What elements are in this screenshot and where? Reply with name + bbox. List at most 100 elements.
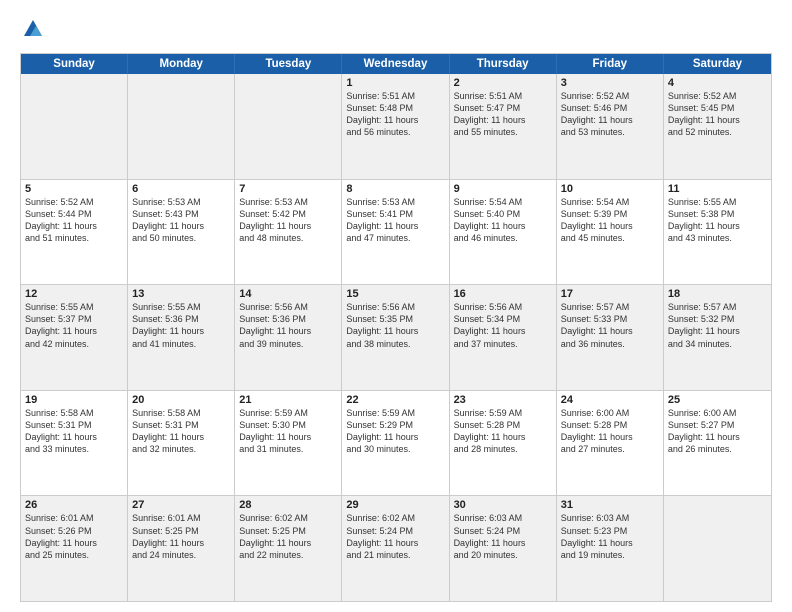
weekday-header-thursday: Thursday	[450, 54, 557, 74]
weekday-header-tuesday: Tuesday	[235, 54, 342, 74]
day-cell-8: 8Sunrise: 5:53 AM Sunset: 5:41 PM Daylig…	[342, 180, 449, 285]
day-number: 4	[668, 77, 767, 89]
weekday-header-sunday: Sunday	[21, 54, 128, 74]
header	[20, 18, 772, 45]
empty-cell	[664, 496, 771, 601]
weekday-header-saturday: Saturday	[664, 54, 771, 74]
day-number: 28	[239, 499, 337, 511]
cell-text: Sunrise: 5:54 AM Sunset: 5:40 PM Dayligh…	[454, 196, 552, 245]
cell-text: Sunrise: 5:52 AM Sunset: 5:44 PM Dayligh…	[25, 196, 123, 245]
cell-text: Sunrise: 5:55 AM Sunset: 5:38 PM Dayligh…	[668, 196, 767, 245]
day-cell-9: 9Sunrise: 5:54 AM Sunset: 5:40 PM Daylig…	[450, 180, 557, 285]
day-cell-26: 26Sunrise: 6:01 AM Sunset: 5:26 PM Dayli…	[21, 496, 128, 601]
calendar-header: SundayMondayTuesdayWednesdayThursdayFrid…	[21, 54, 771, 74]
cell-text: Sunrise: 5:51 AM Sunset: 5:48 PM Dayligh…	[346, 90, 444, 139]
calendar-row-5: 26Sunrise: 6:01 AM Sunset: 5:26 PM Dayli…	[21, 496, 771, 601]
cell-text: Sunrise: 6:00 AM Sunset: 5:28 PM Dayligh…	[561, 407, 659, 456]
cell-text: Sunrise: 5:56 AM Sunset: 5:35 PM Dayligh…	[346, 301, 444, 350]
day-number: 9	[454, 183, 552, 195]
cell-text: Sunrise: 6:03 AM Sunset: 5:23 PM Dayligh…	[561, 512, 659, 561]
day-number: 20	[132, 394, 230, 406]
day-cell-1: 1Sunrise: 5:51 AM Sunset: 5:48 PM Daylig…	[342, 74, 449, 179]
day-number: 25	[668, 394, 767, 406]
day-cell-25: 25Sunrise: 6:00 AM Sunset: 5:27 PM Dayli…	[664, 391, 771, 496]
cell-text: Sunrise: 5:56 AM Sunset: 5:34 PM Dayligh…	[454, 301, 552, 350]
day-cell-30: 30Sunrise: 6:03 AM Sunset: 5:24 PM Dayli…	[450, 496, 557, 601]
cell-text: Sunrise: 5:55 AM Sunset: 5:36 PM Dayligh…	[132, 301, 230, 350]
cell-text: Sunrise: 5:58 AM Sunset: 5:31 PM Dayligh…	[25, 407, 123, 456]
day-cell-12: 12Sunrise: 5:55 AM Sunset: 5:37 PM Dayli…	[21, 285, 128, 390]
day-number: 8	[346, 183, 444, 195]
day-cell-3: 3Sunrise: 5:52 AM Sunset: 5:46 PM Daylig…	[557, 74, 664, 179]
day-number: 19	[25, 394, 123, 406]
weekday-header-friday: Friday	[557, 54, 664, 74]
calendar-row-2: 5Sunrise: 5:52 AM Sunset: 5:44 PM Daylig…	[21, 180, 771, 286]
day-number: 1	[346, 77, 444, 89]
day-number: 15	[346, 288, 444, 300]
day-number: 21	[239, 394, 337, 406]
page: SundayMondayTuesdayWednesdayThursdayFrid…	[0, 0, 792, 612]
day-cell-18: 18Sunrise: 5:57 AM Sunset: 5:32 PM Dayli…	[664, 285, 771, 390]
day-cell-28: 28Sunrise: 6:02 AM Sunset: 5:25 PM Dayli…	[235, 496, 342, 601]
cell-text: Sunrise: 5:52 AM Sunset: 5:45 PM Dayligh…	[668, 90, 767, 139]
empty-cell	[235, 74, 342, 179]
day-number: 7	[239, 183, 337, 195]
day-cell-21: 21Sunrise: 5:59 AM Sunset: 5:30 PM Dayli…	[235, 391, 342, 496]
day-cell-6: 6Sunrise: 5:53 AM Sunset: 5:43 PM Daylig…	[128, 180, 235, 285]
day-cell-4: 4Sunrise: 5:52 AM Sunset: 5:45 PM Daylig…	[664, 74, 771, 179]
cell-text: Sunrise: 5:58 AM Sunset: 5:31 PM Dayligh…	[132, 407, 230, 456]
day-cell-7: 7Sunrise: 5:53 AM Sunset: 5:42 PM Daylig…	[235, 180, 342, 285]
calendar-row-4: 19Sunrise: 5:58 AM Sunset: 5:31 PM Dayli…	[21, 391, 771, 497]
day-number: 22	[346, 394, 444, 406]
day-cell-19: 19Sunrise: 5:58 AM Sunset: 5:31 PM Dayli…	[21, 391, 128, 496]
empty-cell	[128, 74, 235, 179]
day-cell-27: 27Sunrise: 6:01 AM Sunset: 5:25 PM Dayli…	[128, 496, 235, 601]
day-cell-11: 11Sunrise: 5:55 AM Sunset: 5:38 PM Dayli…	[664, 180, 771, 285]
day-cell-2: 2Sunrise: 5:51 AM Sunset: 5:47 PM Daylig…	[450, 74, 557, 179]
calendar-body: 1Sunrise: 5:51 AM Sunset: 5:48 PM Daylig…	[21, 74, 771, 601]
day-number: 2	[454, 77, 552, 89]
cell-text: Sunrise: 6:00 AM Sunset: 5:27 PM Dayligh…	[668, 407, 767, 456]
day-cell-14: 14Sunrise: 5:56 AM Sunset: 5:36 PM Dayli…	[235, 285, 342, 390]
cell-text: Sunrise: 6:02 AM Sunset: 5:24 PM Dayligh…	[346, 512, 444, 561]
cell-text: Sunrise: 6:03 AM Sunset: 5:24 PM Dayligh…	[454, 512, 552, 561]
day-cell-16: 16Sunrise: 5:56 AM Sunset: 5:34 PM Dayli…	[450, 285, 557, 390]
day-cell-31: 31Sunrise: 6:03 AM Sunset: 5:23 PM Dayli…	[557, 496, 664, 601]
day-number: 10	[561, 183, 659, 195]
day-cell-29: 29Sunrise: 6:02 AM Sunset: 5:24 PM Dayli…	[342, 496, 449, 601]
day-number: 5	[25, 183, 123, 195]
cell-text: Sunrise: 5:59 AM Sunset: 5:30 PM Dayligh…	[239, 407, 337, 456]
cell-text: Sunrise: 6:01 AM Sunset: 5:26 PM Dayligh…	[25, 512, 123, 561]
day-number: 18	[668, 288, 767, 300]
weekday-header-monday: Monday	[128, 54, 235, 74]
logo	[20, 18, 44, 45]
cell-text: Sunrise: 5:53 AM Sunset: 5:41 PM Dayligh…	[346, 196, 444, 245]
day-number: 27	[132, 499, 230, 511]
day-number: 26	[25, 499, 123, 511]
day-number: 14	[239, 288, 337, 300]
calendar-row-1: 1Sunrise: 5:51 AM Sunset: 5:48 PM Daylig…	[21, 74, 771, 180]
day-number: 31	[561, 499, 659, 511]
day-number: 30	[454, 499, 552, 511]
cell-text: Sunrise: 5:55 AM Sunset: 5:37 PM Dayligh…	[25, 301, 123, 350]
cell-text: Sunrise: 5:59 AM Sunset: 5:28 PM Dayligh…	[454, 407, 552, 456]
cell-text: Sunrise: 5:52 AM Sunset: 5:46 PM Dayligh…	[561, 90, 659, 139]
day-cell-10: 10Sunrise: 5:54 AM Sunset: 5:39 PM Dayli…	[557, 180, 664, 285]
calendar-row-3: 12Sunrise: 5:55 AM Sunset: 5:37 PM Dayli…	[21, 285, 771, 391]
logo-icon	[22, 18, 44, 40]
day-number: 12	[25, 288, 123, 300]
day-cell-5: 5Sunrise: 5:52 AM Sunset: 5:44 PM Daylig…	[21, 180, 128, 285]
day-cell-20: 20Sunrise: 5:58 AM Sunset: 5:31 PM Dayli…	[128, 391, 235, 496]
day-number: 24	[561, 394, 659, 406]
day-number: 29	[346, 499, 444, 511]
day-cell-24: 24Sunrise: 6:00 AM Sunset: 5:28 PM Dayli…	[557, 391, 664, 496]
cell-text: Sunrise: 5:53 AM Sunset: 5:42 PM Dayligh…	[239, 196, 337, 245]
cell-text: Sunrise: 5:53 AM Sunset: 5:43 PM Dayligh…	[132, 196, 230, 245]
cell-text: Sunrise: 5:57 AM Sunset: 5:33 PM Dayligh…	[561, 301, 659, 350]
day-cell-13: 13Sunrise: 5:55 AM Sunset: 5:36 PM Dayli…	[128, 285, 235, 390]
day-cell-17: 17Sunrise: 5:57 AM Sunset: 5:33 PM Dayli…	[557, 285, 664, 390]
day-number: 11	[668, 183, 767, 195]
empty-cell	[21, 74, 128, 179]
cell-text: Sunrise: 6:02 AM Sunset: 5:25 PM Dayligh…	[239, 512, 337, 561]
day-number: 23	[454, 394, 552, 406]
